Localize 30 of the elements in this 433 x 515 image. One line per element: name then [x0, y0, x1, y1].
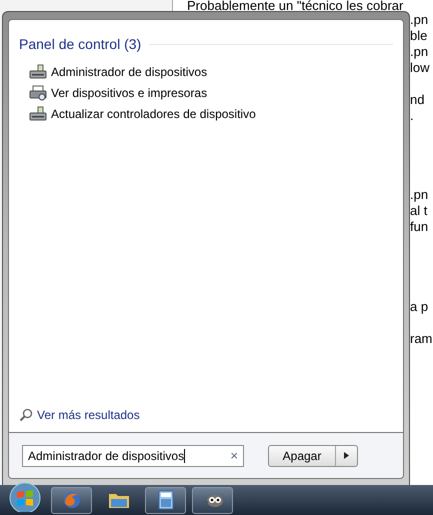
document-text: fun	[410, 219, 428, 235]
document-text: ram	[410, 331, 432, 347]
search-field[interactable]: Administrador de dispositivos ×	[22, 444, 244, 466]
fox-globe-icon	[62, 490, 82, 510]
group-title: Panel de control (3)	[19, 35, 142, 54]
document-text: nd	[410, 92, 424, 108]
taskbar-button[interactable]	[145, 486, 186, 514]
document-text: .pn	[410, 187, 428, 203]
document-text: low	[410, 60, 430, 76]
document-text: ble	[410, 28, 428, 44]
search-icon	[19, 408, 33, 422]
animal-mascot-icon	[202, 492, 224, 508]
more-results-link[interactable]: Ver más resultados	[19, 406, 393, 424]
caret-icon	[344, 452, 349, 459]
document-text: .pn	[410, 44, 428, 60]
clear-button[interactable]: ×	[230, 449, 238, 462]
document-text: al t	[410, 203, 428, 219]
document-text: .	[410, 108, 414, 124]
taskbar-button[interactable]	[192, 486, 233, 514]
calculator-icon	[158, 490, 174, 510]
result-item[interactable]: Administrador de dispositivos	[29, 61, 393, 82]
result-item[interactable]: Ver dispositivos e impresoras	[29, 82, 393, 103]
result-item[interactable]: Actualizar controladores de dispositivo	[29, 103, 393, 124]
document-text: a p	[410, 299, 428, 315]
folder-icon	[108, 491, 130, 509]
computer-device-icon	[29, 106, 47, 122]
computer-device-icon	[29, 64, 47, 80]
document-text: .pn	[410, 12, 428, 28]
printer-icon	[29, 84, 47, 100]
document-text: Probablemente un "técnico les cobrar	[187, 0, 404, 11]
